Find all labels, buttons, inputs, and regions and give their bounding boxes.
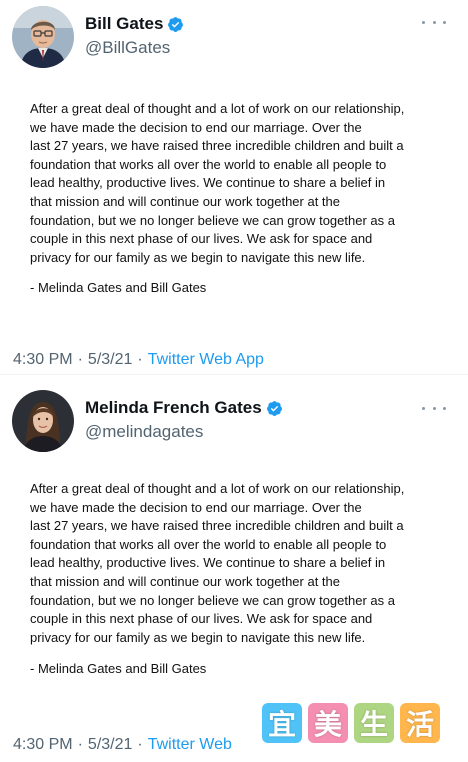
bill-gates-avatar-icon (12, 6, 74, 68)
dot-icon (422, 406, 425, 410)
verified-badge-icon (168, 16, 184, 32)
tweet-text: After a great deal of thought and a lot … (30, 481, 405, 645)
tweet-signature: - Melinda Gates and Bill Gates (30, 280, 207, 295)
dot-icon (422, 20, 425, 24)
tweet-source-link[interactable]: Twitter Web (148, 736, 232, 754)
meta-separator: · (137, 736, 143, 753)
tweet-text: After a great deal of thought and a lot … (30, 101, 405, 265)
display-name[interactable]: Bill Gates (85, 14, 163, 34)
tweet-time[interactable]: 4:30 PM (13, 351, 73, 369)
tweet-signature: - Melinda Gates and Bill Gates (30, 661, 207, 676)
melinda-gates-avatar-icon (12, 390, 74, 452)
watermark-char: 生 (354, 703, 394, 743)
avatar[interactable] (12, 6, 74, 68)
dot-icon (432, 20, 436, 24)
display-name[interactable]: Melinda French Gates (85, 398, 262, 418)
author-name-row[interactable]: Bill Gates (85, 14, 184, 34)
tweet-time[interactable]: 4:30 PM (13, 736, 73, 754)
tweet-source-link[interactable]: Twitter Web App (148, 351, 264, 369)
tweet-meta: 4:30 PM · 5/3/21 · Twitter Web (13, 736, 232, 754)
verified-badge-icon (266, 400, 282, 416)
tweet-card: Bill Gates @BillGates After a great deal… (0, 0, 468, 376)
tweet-meta: 4:30 PM · 5/3/21 · Twitter Web App (13, 351, 264, 369)
tweet-date[interactable]: 5/3/21 (88, 351, 132, 369)
avatar[interactable] (12, 390, 74, 452)
watermark-char: 宜 (262, 703, 302, 743)
dot-icon (443, 20, 446, 24)
more-options-icon[interactable] (422, 402, 446, 414)
more-options-icon[interactable] (422, 16, 446, 28)
tweet-date[interactable]: 5/3/21 (88, 736, 132, 754)
watermark-char: 活 (400, 703, 440, 743)
meta-separator: · (137, 351, 143, 368)
author-name-row[interactable]: Melinda French Gates (85, 398, 283, 418)
user-handle[interactable]: @melindagates (85, 422, 203, 442)
divider (0, 374, 468, 375)
watermark: 宜 美 生 活 (262, 698, 452, 748)
dot-icon (443, 406, 446, 410)
user-handle[interactable]: @BillGates (85, 38, 170, 58)
dot-icon (432, 406, 436, 410)
watermark-char: 美 (308, 703, 348, 743)
meta-separator: · (77, 351, 83, 368)
meta-separator: · (77, 736, 83, 753)
